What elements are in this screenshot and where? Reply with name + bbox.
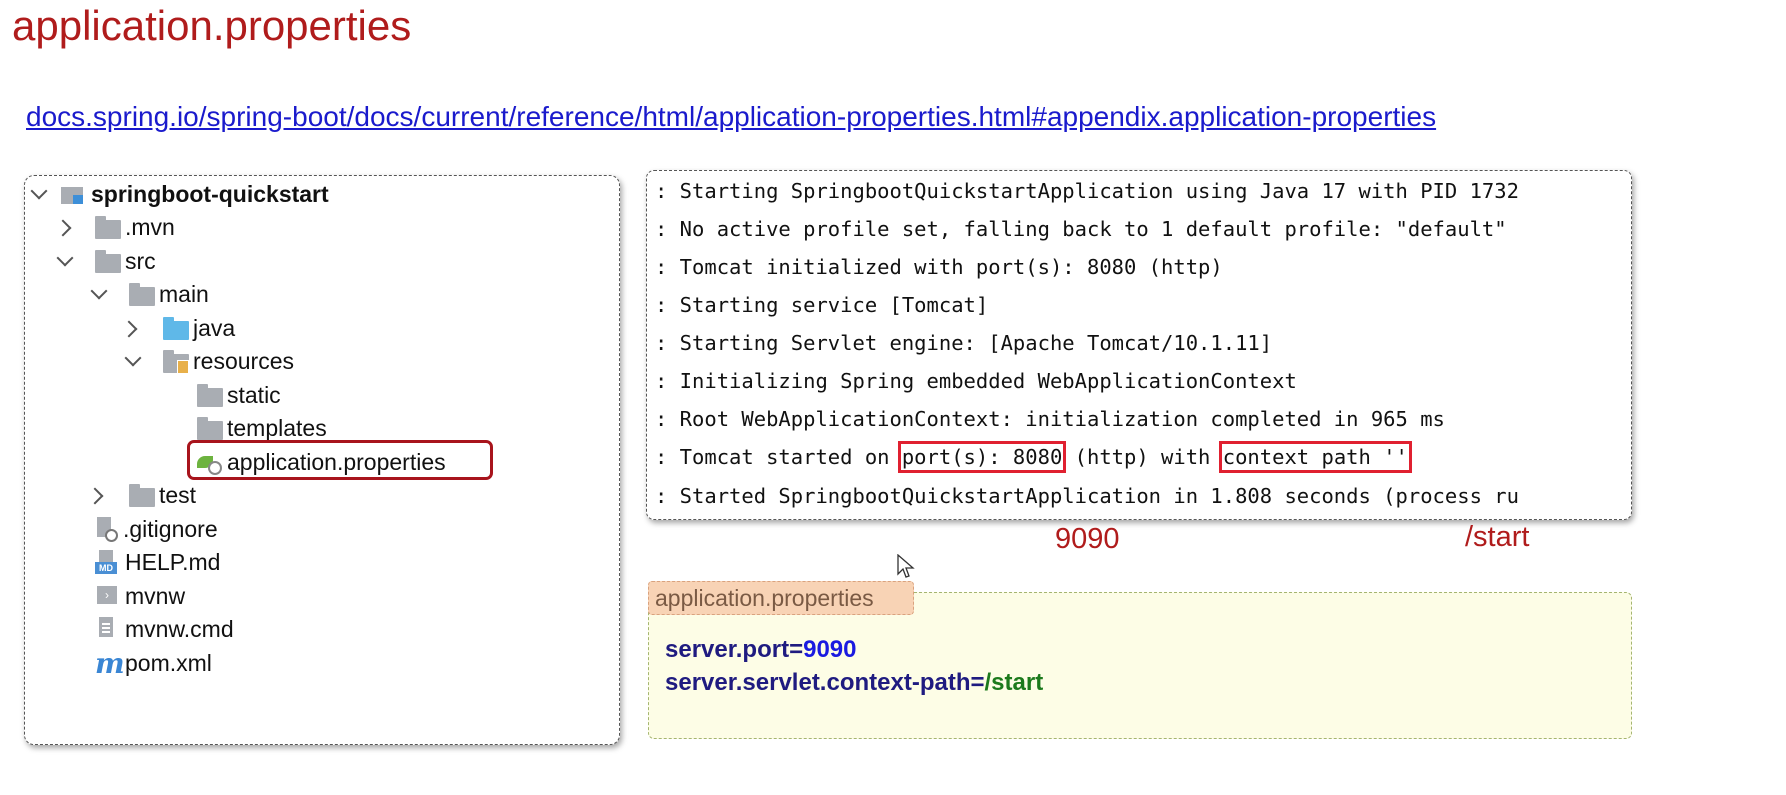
tree-item-label: resources <box>193 347 294 374</box>
folder-icon <box>129 283 155 306</box>
tree-item-label: main <box>159 280 209 307</box>
log-line: : Initializing Spring embedded WebApplic… <box>655 369 1297 393</box>
spring-properties-icon <box>197 454 222 475</box>
source-folder-icon <box>163 317 189 340</box>
tree-item-label: pom.xml <box>125 649 212 676</box>
context-path-highlight: context path '' <box>1218 441 1412 473</box>
folder-icon <box>95 216 121 239</box>
text-file-icon <box>99 617 113 637</box>
property-line-context-path: server.servlet.context-path=/start <box>665 669 1043 697</box>
chevron-right-icon[interactable] <box>86 487 104 505</box>
docs-link[interactable]: docs.spring.io/spring-boot/docs/current/… <box>26 101 1436 133</box>
property-value: /start <box>984 669 1044 696</box>
tree-item-label: HELP.md <box>125 548 221 575</box>
log-line: : Started SpringbootQuickstartApplicatio… <box>655 484 1519 508</box>
property-equals: = <box>970 669 985 696</box>
property-key: server.port <box>665 636 790 663</box>
folder-icon <box>197 384 223 407</box>
log-line: : Starting Servlet engine: [Apache Tomca… <box>655 331 1273 355</box>
chevron-down-icon[interactable] <box>90 282 108 300</box>
log-line: : Tomcat initialized with port(s): 8080 … <box>655 255 1223 279</box>
property-line-port: server.port=9090 <box>665 636 856 664</box>
project-name: springboot-quickstart <box>91 180 329 207</box>
log-prefix: : Tomcat started on <box>655 445 902 469</box>
tree-item-label: static <box>227 381 281 408</box>
chevron-down-icon[interactable] <box>56 249 74 267</box>
page-title: application.properties <box>12 2 412 49</box>
tree-item-label: mvnw <box>125 582 186 609</box>
tree-item-label: src <box>125 247 156 274</box>
log-line: : Starting SpringbootQuickstartApplicati… <box>655 179 1519 203</box>
tree-item-label: application.properties <box>227 448 446 475</box>
chevron-right-icon[interactable] <box>120 320 138 338</box>
properties-tab: application.properties <box>648 581 914 615</box>
property-key: server.servlet.context-path <box>665 669 971 696</box>
tree-item-label: .gitignore <box>123 515 218 542</box>
project-icon <box>61 184 83 204</box>
log-line: : Root WebApplicationContext: initializa… <box>655 407 1445 431</box>
log-middle: (http) with <box>1062 445 1223 469</box>
port-highlight: port(s): 8080 <box>897 441 1067 473</box>
log-line: : Starting service [Tomcat] <box>655 293 989 317</box>
console-log: : Starting SpringbootQuickstartApplicati… <box>646 170 1632 520</box>
ignore-badge-icon <box>105 529 118 542</box>
terminal-icon: › <box>97 586 117 604</box>
resources-badge-icon <box>177 360 189 374</box>
log-line-tomcat-started: : Tomcat started on port(s): 8080 (http)… <box>655 441 1412 473</box>
tree-item-label: test <box>159 481 197 508</box>
mouse-cursor-icon <box>897 554 915 578</box>
tree-item-label: templates <box>227 414 327 441</box>
tree-item-label: .mvn <box>125 213 175 240</box>
folder-icon <box>129 484 155 507</box>
log-line: : No active profile set, falling back to… <box>655 217 1507 241</box>
project-tree: springboot-quickstart .mvn src main java… <box>24 175 620 745</box>
chevron-right-icon[interactable] <box>54 219 72 237</box>
folder-icon <box>95 250 121 273</box>
tree-item-label: java <box>193 314 236 341</box>
folder-icon <box>197 417 223 440</box>
property-equals: = <box>789 636 804 663</box>
chevron-down-icon[interactable] <box>124 349 142 367</box>
tree-item-label: mvnw.cmd <box>125 615 234 642</box>
maven-icon: m <box>95 647 125 680</box>
markdown-icon: MD <box>95 550 117 574</box>
property-value: 9090 <box>803 636 857 663</box>
chevron-down-icon[interactable] <box>30 182 48 200</box>
context-annotation: /start <box>1465 521 1530 553</box>
port-annotation: 9090 <box>1055 523 1120 555</box>
